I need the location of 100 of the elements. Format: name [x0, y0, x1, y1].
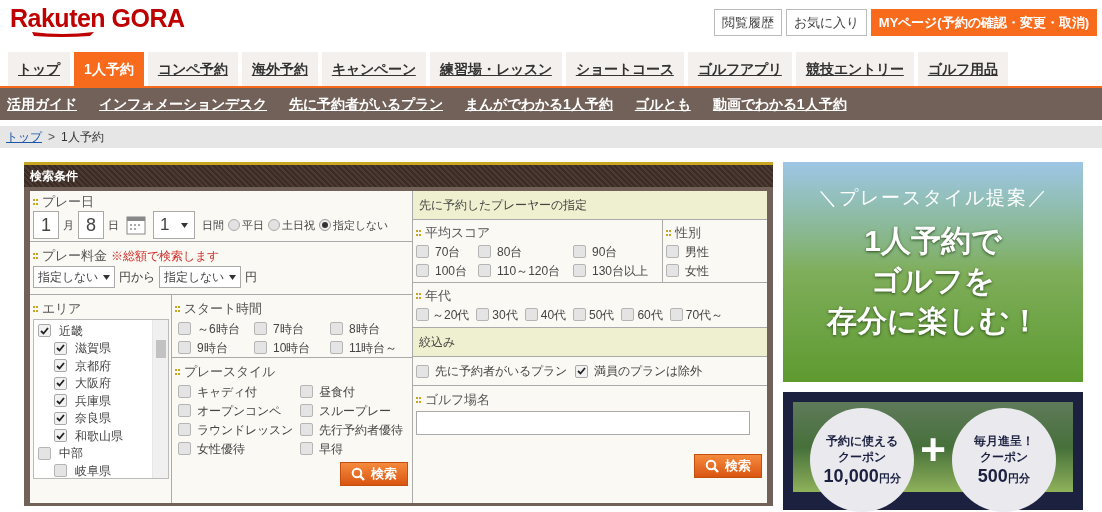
dropdown[interactable]: 1 [153, 211, 195, 239]
checkbox-label: 100台 [435, 262, 468, 280]
header-button[interactable]: 閲覧履歴 [713, 9, 782, 36]
checkbox-label: 110～120台 [497, 262, 561, 280]
subnav-link[interactable]: 先に予約者がいるプラン [289, 93, 443, 115]
checkbox[interactable] [478, 264, 491, 277]
nav-tab[interactable]: 競技エントリー [795, 52, 914, 86]
checkbox[interactable] [254, 341, 267, 354]
coupon-text: 毎月進呈！ [973, 433, 1034, 449]
checkbox[interactable] [476, 308, 490, 321]
bullet-icon [33, 306, 38, 312]
nav-tab[interactable]: ゴルフアプリ [687, 52, 792, 86]
panel-title: 検索条件 [30, 168, 78, 185]
radio-button[interactable] [268, 219, 280, 231]
checkbox[interactable] [416, 308, 429, 321]
checkbox[interactable] [300, 385, 313, 398]
checkbox[interactable] [254, 322, 267, 335]
nav-tab[interactable]: 練習場・レッスン [429, 52, 562, 86]
checkbox[interactable] [178, 322, 191, 335]
checkbox[interactable] [54, 464, 67, 478]
checkbox[interactable] [178, 404, 191, 417]
checkbox-label: スループレー [319, 402, 391, 420]
checkbox[interactable] [669, 308, 683, 321]
checkbox[interactable] [330, 322, 343, 335]
checkbox[interactable] [300, 423, 313, 436]
dropdown[interactable]: 指定しない [33, 266, 115, 288]
checkbox[interactable] [300, 442, 313, 455]
checkbox[interactable] [178, 385, 191, 398]
checkbox[interactable] [666, 264, 679, 277]
bullet-icon [33, 199, 38, 205]
subnav-link[interactable]: 動画でわかる1人予約 [712, 93, 847, 115]
checkbox[interactable] [178, 442, 191, 455]
area-list[interactable]: 近畿 滋賀県 京都府 大阪府 兵庫県 奈良県 和歌山県 中部 岐阜県 [33, 319, 169, 479]
checkbox[interactable] [178, 341, 191, 354]
checkbox[interactable] [54, 376, 67, 390]
dropdown[interactable]: 指定しない [159, 266, 241, 288]
checkbox[interactable] [300, 404, 313, 417]
checkbox-label: 10時台 [273, 339, 311, 357]
coupon-banner[interactable]: 予約に使える クーポン 10,000円分 + 毎月進呈！ クーポン 500円分 [783, 392, 1083, 510]
course-name-field[interactable] [416, 411, 750, 435]
banner-headline: ゴルフを [871, 262, 995, 299]
checkbox-label: 岐阜県 [75, 462, 111, 478]
subnav-link[interactable]: インフォメーションデスク [99, 93, 267, 115]
bullet-icon [175, 369, 180, 375]
subnav-link[interactable]: まんがでわかる1人予約 [465, 93, 613, 115]
logo[interactable]: Rakuten GORA [10, 2, 185, 38]
checkbox[interactable] [573, 245, 586, 258]
checkbox[interactable] [416, 364, 429, 378]
coupon-unit: 円分 [878, 471, 901, 486]
checkbox-label: 和歌山県 [75, 427, 123, 445]
nav-tab[interactable]: キャンペーン [321, 52, 426, 86]
checkbox[interactable] [666, 245, 679, 258]
nav-tab[interactable]: コンペ予約 [147, 52, 238, 86]
subnav-link[interactable]: 活用ガイド [7, 93, 77, 115]
breadcrumb-link[interactable]: トップ [6, 128, 42, 146]
checkbox[interactable] [54, 359, 67, 373]
unit-label: 日 [108, 217, 119, 233]
checkbox[interactable] [416, 264, 429, 277]
checkbox-label: 70台 [435, 243, 461, 261]
checkbox[interactable] [330, 341, 343, 354]
checkbox-label: 近畿 [59, 322, 83, 340]
checkbox[interactable] [178, 423, 191, 436]
checkbox-label: 兵庫県 [75, 392, 111, 410]
checkbox-label: 9時台 [197, 339, 228, 357]
unit-label: 日間 [202, 217, 224, 233]
checkbox[interactable] [621, 308, 635, 321]
checkbox-label: 先行予約者優待 [319, 421, 403, 439]
calendar-icon[interactable] [126, 215, 146, 235]
day-field[interactable]: 8 [78, 211, 104, 239]
checkbox[interactable] [54, 411, 67, 425]
radio-button[interactable] [319, 219, 331, 231]
checkbox[interactable] [573, 308, 587, 321]
checkbox[interactable] [54, 394, 67, 408]
checkbox[interactable] [54, 341, 67, 355]
checkbox[interactable] [54, 429, 67, 443]
checkbox[interactable] [416, 245, 429, 258]
section-label: プレースタイル [184, 363, 275, 382]
radio-label: 指定しない [333, 217, 388, 233]
checkbox-label: 40代 [540, 306, 567, 324]
checkbox[interactable] [38, 446, 51, 460]
coupon-amount: 500 [977, 465, 1008, 487]
checkbox[interactable] [524, 308, 538, 321]
checkbox-label: 130台以上 [592, 262, 649, 280]
nav-tab[interactable]: 海外予約 [241, 52, 318, 86]
radio-button[interactable] [228, 219, 240, 231]
month-field[interactable]: 1 [33, 211, 59, 239]
checkbox[interactable] [478, 245, 491, 258]
checkbox-label: ～6時台 [197, 320, 240, 338]
coupon-amount: 10,000 [823, 465, 879, 487]
banner-headline: 1人予約で [864, 222, 1002, 259]
subnav-link[interactable]: ゴルとも [634, 93, 691, 115]
header-button[interactable]: お気に入り [785, 9, 867, 36]
nav-tab[interactable]: トップ [8, 52, 70, 86]
section-label: プレー料金 [42, 247, 107, 266]
checkbox[interactable] [573, 264, 586, 277]
checkbox[interactable] [575, 364, 588, 378]
scrollbar[interactable] [152, 320, 168, 478]
checkbox[interactable] [38, 324, 51, 338]
nav-tab[interactable]: ショートコース [565, 52, 684, 86]
nav-tab[interactable]: ゴルフ用品 [917, 52, 1008, 86]
